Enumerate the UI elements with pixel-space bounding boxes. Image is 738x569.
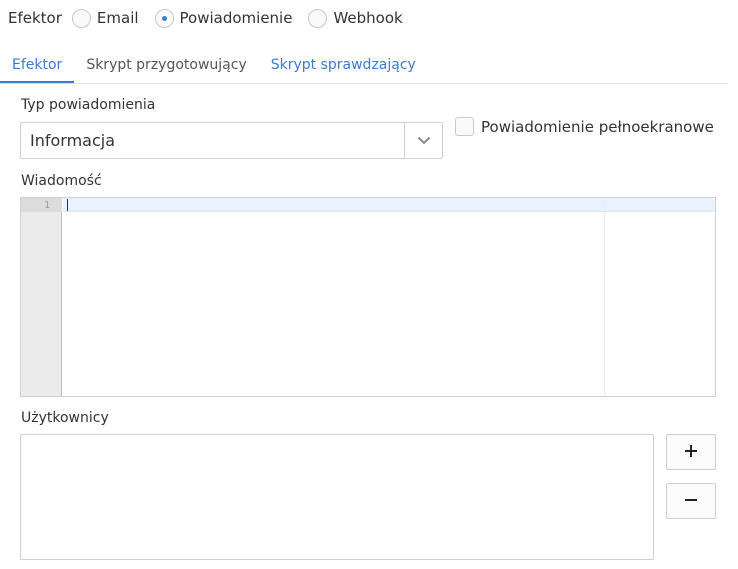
fullscreen-checkbox-box[interactable] <box>455 117 474 136</box>
tab-bar: Efektor Skrypt przygotowujący Skrypt spr… <box>0 46 728 84</box>
effector-radio-group: Efektor Email Powiadomienie Webhook <box>8 6 419 30</box>
radio-email-circle[interactable] <box>71 8 91 28</box>
fullscreen-checkbox-label: Powiadomienie pełnoekranowe <box>481 117 714 136</box>
message-code-editor[interactable]: 1 <box>20 197 716 397</box>
radio-notification-circle[interactable] <box>154 8 174 28</box>
radio-email-label: Email <box>96 9 139 27</box>
minus-icon <box>684 492 698 511</box>
radio-notification-label: Powiadomienie <box>179 9 293 27</box>
radio-email[interactable]: Email <box>71 8 139 28</box>
effector-label: Efektor <box>8 9 62 27</box>
tab-effector[interactable]: Efektor <box>0 57 75 83</box>
editor-cursor <box>67 199 68 211</box>
fullscreen-notification-checkbox[interactable]: Powiadomienie pełnoekranowe <box>455 117 714 136</box>
radio-webhook-circle[interactable] <box>308 8 328 28</box>
notification-type-value: Informacja <box>30 131 116 150</box>
notification-type-label: Typ powiadomienia <box>21 97 156 113</box>
chevron-down-icon[interactable] <box>404 123 442 158</box>
radio-notification[interactable]: Powiadomienie <box>154 8 293 28</box>
add-user-button[interactable] <box>666 434 716 470</box>
editor-print-margin <box>604 198 605 396</box>
users-list[interactable] <box>20 434 654 560</box>
remove-user-button[interactable] <box>666 483 716 519</box>
notification-type-select[interactable]: Informacja <box>20 122 443 159</box>
radio-webhook[interactable]: Webhook <box>308 8 403 28</box>
radio-webhook-label: Webhook <box>333 9 403 27</box>
plus-icon <box>684 443 698 462</box>
editor-gutter <box>21 198 62 396</box>
users-label: Użytkownicy <box>21 410 109 426</box>
tab-check-script[interactable]: Skrypt sprawdzający <box>259 57 428 83</box>
editor-active-line <box>63 198 715 212</box>
tab-prepare-script[interactable]: Skrypt przygotowujący <box>74 57 258 83</box>
effector-settings-panel: Efektor Email Powiadomienie Webhook Efek… <box>0 0 738 569</box>
line-number: 1 <box>43 200 50 211</box>
message-label: Wiadomość <box>21 173 102 189</box>
